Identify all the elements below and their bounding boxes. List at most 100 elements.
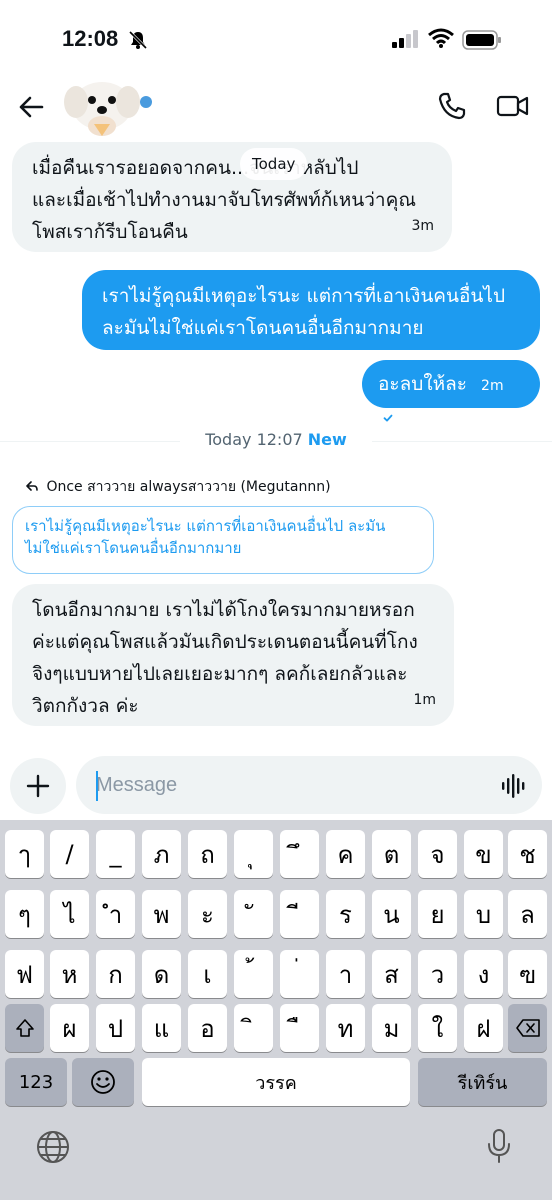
- message-line: เมื่อคืนเรารอยอดจากคน...จนเราหลับไป: [32, 157, 359, 179]
- message-line: เราไม่รู้คุณมีเหตุอะไรนะ แต่การที่เอาเงิ…: [102, 285, 506, 307]
- check-circle-icon: [380, 410, 396, 426]
- separator-new-label: New: [307, 430, 347, 449]
- message-text: อะลบให้ละ: [378, 373, 467, 395]
- new-messages-separator: Today 12:07 New: [0, 430, 552, 449]
- key[interactable]: ข: [464, 830, 503, 878]
- globe-icon[interactable]: [36, 1130, 70, 1164]
- date-pill: Today: [240, 148, 308, 180]
- video-call-button[interactable]: [496, 90, 530, 122]
- status-time: 12:08: [62, 26, 119, 51]
- key[interactable]: ฝ: [464, 1004, 503, 1052]
- phone-call-button[interactable]: [436, 90, 468, 122]
- message-line: ละมันไม่ใช่แค่เราโดนคนอื่นอีกมากมาย: [102, 317, 424, 339]
- message-outgoing[interactable]: อะลบให้ละ 2m: [362, 360, 540, 426]
- key[interactable]: ภ: [142, 830, 181, 878]
- key[interactable]: ี: [280, 890, 319, 938]
- key[interactable]: ต: [372, 830, 411, 878]
- key[interactable]: ย: [418, 890, 457, 938]
- message-line: จิงๆแบบหายไปเลยเยอะมากๆ ลคก้เลยกลัวและ: [32, 663, 408, 685]
- message-line: วิตกกังวล ค่ะ: [32, 695, 139, 717]
- key[interactable]: ถ: [188, 830, 227, 878]
- key[interactable]: ๅ: [5, 830, 44, 878]
- key[interactable]: แ: [142, 1004, 181, 1052]
- key[interactable]: ห: [50, 950, 89, 998]
- message-outgoing[interactable]: เราไม่รู้คุณมีเหตุอะไรนะ แต่การที่เอาเงิ…: [82, 270, 540, 350]
- message-time: 2m: [481, 378, 504, 394]
- conversation-header: [0, 80, 552, 142]
- key[interactable]: ใ: [418, 1004, 457, 1052]
- key[interactable]: พ: [142, 890, 181, 938]
- key[interactable]: ฃ: [508, 950, 547, 998]
- key[interactable]: ๆ: [5, 890, 44, 938]
- status-bar: 12:08: [0, 0, 552, 80]
- return-key[interactable]: รีเทิร์น: [418, 1058, 547, 1106]
- bell-muted-icon: [128, 30, 148, 50]
- key[interactable]: ้: [234, 950, 273, 998]
- key[interactable]: ิ: [234, 1004, 273, 1052]
- shift-icon: [15, 1019, 34, 1037]
- key[interactable]: ด: [142, 950, 181, 998]
- key[interactable]: ป: [96, 1004, 135, 1052]
- emoji-key[interactable]: [72, 1058, 134, 1106]
- separator-time: Today 12:07: [205, 430, 303, 449]
- key[interactable]: ล: [508, 890, 547, 938]
- key[interactable]: ร: [326, 890, 365, 938]
- battery-icon: [462, 30, 501, 50]
- key[interactable]: จ: [418, 830, 457, 878]
- reply-arrow-icon: [26, 481, 38, 491]
- back-button[interactable]: [14, 90, 48, 124]
- key[interactable]: _: [96, 830, 135, 878]
- reply-meta: Once สาววาย alwaysสาววาย (Megutannn): [26, 476, 331, 498]
- add-media-button[interactable]: [10, 758, 66, 814]
- backspace-icon: [515, 1019, 540, 1037]
- key[interactable]: ก: [96, 950, 135, 998]
- quote-line: เราไม่รู้คุณมีเหตุอะไรนะ แต่การที่เอาเงิ…: [25, 517, 386, 535]
- numbers-key[interactable]: 123: [5, 1058, 67, 1106]
- key[interactable]: ึ: [280, 830, 319, 878]
- key[interactable]: เ: [188, 950, 227, 998]
- key[interactable]: ุ: [234, 830, 273, 878]
- key[interactable]: ช: [508, 830, 547, 878]
- key[interactable]: ส: [372, 950, 411, 998]
- key[interactable]: ั: [234, 890, 273, 938]
- backspace-key[interactable]: [508, 1004, 547, 1052]
- message-line: และเมื่อเช้าไปทำงานมาจับโทรศัพท์ก้เหนว่า…: [32, 189, 416, 211]
- key[interactable]: อ: [188, 1004, 227, 1052]
- key[interactable]: ไ: [50, 890, 89, 938]
- key[interactable]: บ: [464, 890, 503, 938]
- message-composer: [0, 754, 552, 820]
- key[interactable]: ่: [280, 950, 319, 998]
- space-key[interactable]: วรรค: [142, 1058, 410, 1106]
- key[interactable]: /: [50, 830, 89, 878]
- divider: [0, 441, 180, 442]
- shift-key[interactable]: [5, 1004, 44, 1052]
- key[interactable]: ำ: [96, 890, 135, 938]
- avatar[interactable]: [54, 80, 158, 138]
- divider: [372, 441, 552, 442]
- message-incoming[interactable]: โดนอีกมากมาย เราไม่ได้โกงใครมากมายหรอก ค…: [12, 584, 454, 726]
- text-caret: [96, 771, 98, 801]
- key[interactable]: ค: [326, 830, 365, 878]
- key[interactable]: ื: [280, 1004, 319, 1052]
- key[interactable]: ผ: [50, 1004, 89, 1052]
- message-input[interactable]: [76, 756, 542, 814]
- voice-message-button[interactable]: [500, 774, 528, 798]
- key[interactable]: ม: [372, 1004, 411, 1052]
- quote-line: ไม่ใช่แค่เราโดนคนอื่นอีกมากมาย: [25, 539, 242, 557]
- cellular-signal-icon: [392, 30, 418, 48]
- key[interactable]: ฟ: [5, 950, 44, 998]
- message-line: โพสเราก้รีบโอนคืน: [32, 221, 188, 243]
- key[interactable]: ท: [326, 1004, 365, 1052]
- key[interactable]: า: [326, 950, 365, 998]
- key[interactable]: ว: [418, 950, 457, 998]
- key[interactable]: ง: [464, 950, 503, 998]
- message-incoming[interactable]: เมื่อคืนเรารอยอดจากคน...จนเราหลับไป และเ…: [12, 142, 452, 252]
- key[interactable]: น: [372, 890, 411, 938]
- quoted-message[interactable]: เราไม่รู้คุณมีเหตุอะไรนะ แต่การที่เอาเงิ…: [12, 506, 434, 574]
- reply-author: Once สาววาย alwaysสาววาย (Megutannn): [46, 479, 331, 495]
- key[interactable]: ะ: [188, 890, 227, 938]
- message-line: โดนอีกมากมาย เราไม่ได้โกงใครมากมายหรอก: [32, 599, 415, 621]
- microphone-icon[interactable]: [486, 1128, 512, 1164]
- plus-icon: [26, 774, 50, 798]
- arrow-left-icon: [19, 96, 44, 118]
